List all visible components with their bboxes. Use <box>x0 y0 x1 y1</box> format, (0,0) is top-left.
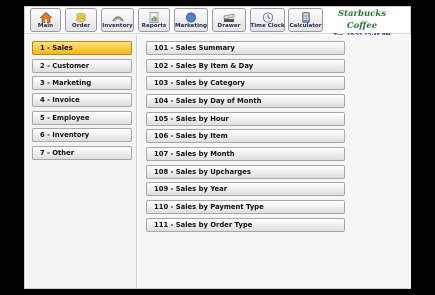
report-icon <box>147 11 161 23</box>
report-item[interactable]: 104 - Sales by Day of Month <box>146 94 345 108</box>
order-button[interactable]: Order <box>65 8 97 32</box>
category-employee[interactable]: 5 - Employee <box>32 111 132 125</box>
report-item[interactable]: 107 - Sales by Month <box>146 147 345 161</box>
inventory-button[interactable]: Inventory <box>101 8 134 32</box>
report-item[interactable]: 109 - Sales by Year <box>146 182 345 196</box>
main-button[interactable]: Main <box>30 8 61 32</box>
category-customer[interactable]: 2 - Customer <box>32 59 132 73</box>
report-item[interactable]: 105 - Sales by Hour <box>146 112 345 126</box>
report-item[interactable]: 103 - Sales by Category <box>146 76 345 90</box>
report-item[interactable]: 106 - Sales by Item <box>146 129 345 143</box>
category-sales[interactable]: 1 - Sales <box>32 41 132 55</box>
calculator-icon <box>299 11 313 23</box>
calculator-button[interactable]: Calculator <box>288 8 323 32</box>
report-item[interactable]: 101 - Sales Summary <box>146 41 345 55</box>
app-window: Main Order Inventory Reports Marketing D… <box>24 6 411 289</box>
category-marketing[interactable]: 3 - Marketing <box>32 76 132 90</box>
reports-button[interactable]: Reports <box>138 8 170 32</box>
time-clock-button[interactable]: Time Clock <box>250 8 285 32</box>
marketing-button[interactable]: Marketing <box>174 8 208 32</box>
drawer-button[interactable]: Drawer <box>212 8 246 32</box>
report-item[interactable]: 108 - Sales by Upcharges <box>146 165 345 179</box>
globe-icon <box>184 11 198 23</box>
toolbar: Main Order Inventory Reports Marketing D… <box>25 7 410 39</box>
coins-icon <box>74 11 88 23</box>
report-list-panel: 101 - Sales Summary 102 - Sales By Item … <box>138 35 411 288</box>
category-panel: 1 - Sales 2 - Customer 3 - Marketing 4 -… <box>26 35 137 288</box>
store-name: Starbucks Coffee <box>337 9 387 31</box>
category-invoice[interactable]: 4 - Invoice <box>32 93 132 107</box>
report-item[interactable]: 110 - Sales by Payment Type <box>146 200 345 214</box>
report-item[interactable]: 111 - Sales by Order Type <box>146 218 345 232</box>
category-other[interactable]: 7 - Other <box>32 146 132 160</box>
report-item[interactable]: 102 - Sales By Item & Day <box>146 59 345 73</box>
house-icon <box>39 11 53 23</box>
category-inventory[interactable]: 6 - Inventory <box>32 128 132 142</box>
cash-drawer-icon <box>222 11 236 23</box>
stock-icon <box>111 11 125 23</box>
clock-icon <box>261 11 275 23</box>
